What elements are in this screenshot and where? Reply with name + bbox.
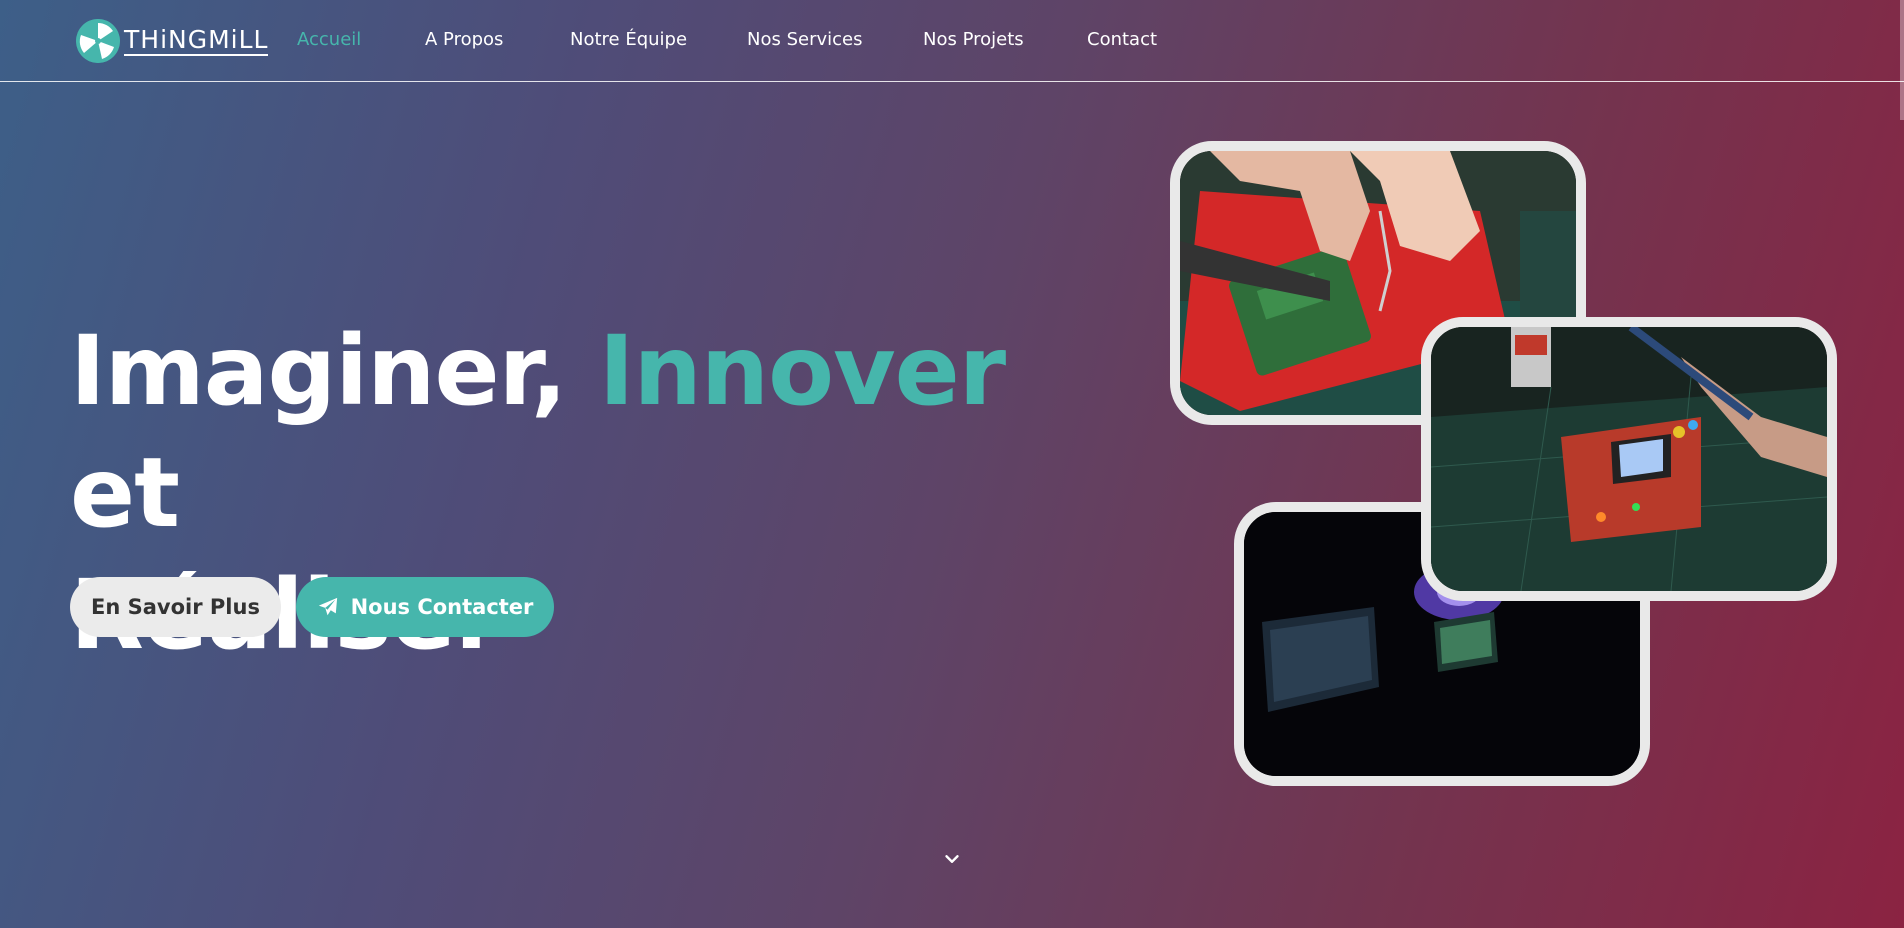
hero-title-part1: Imaginer, bbox=[70, 315, 599, 427]
nav-item-contact[interactable]: Contact bbox=[1087, 29, 1157, 50]
hero-title-accent: Innover bbox=[598, 315, 1006, 427]
main-nav: Accueil A Propos Notre Équipe Nos Servic… bbox=[0, 0, 1904, 82]
paper-plane-icon bbox=[317, 596, 339, 618]
page-scrollbar[interactable] bbox=[1900, 0, 1904, 120]
contact-us-label: Nous Contacter bbox=[350, 595, 534, 619]
handheld-console-photo bbox=[1421, 317, 1837, 601]
navbar: THiNGMiLL Accueil A Propos Notre Équipe … bbox=[0, 0, 1904, 82]
nav-item-a-propos[interactable]: A Propos bbox=[425, 29, 503, 50]
learn-more-label: En Savoir Plus bbox=[91, 595, 260, 619]
hero-title-part2: et bbox=[70, 437, 180, 549]
nav-item-accueil[interactable]: Accueil bbox=[297, 29, 361, 50]
contact-us-button[interactable]: Nous Contacter bbox=[296, 577, 554, 637]
nav-item-nos-services[interactable]: Nos Services bbox=[747, 29, 862, 50]
nav-item-notre-equipe[interactable]: Notre Équipe bbox=[570, 29, 687, 50]
nav-item-nos-projets[interactable]: Nos Projets bbox=[923, 29, 1024, 50]
learn-more-button[interactable]: En Savoir Plus bbox=[70, 577, 281, 637]
chevron-down-icon[interactable] bbox=[941, 848, 963, 870]
